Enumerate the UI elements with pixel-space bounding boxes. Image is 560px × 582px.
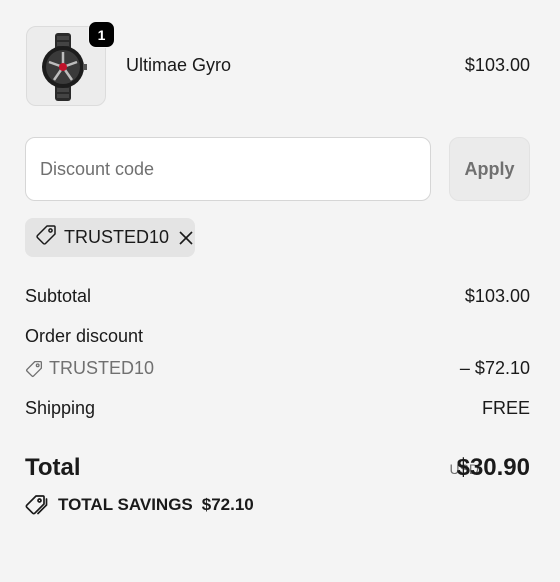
tags-icon: [25, 494, 49, 516]
apply-button[interactable]: Apply: [449, 137, 530, 201]
shipping-value: FREE: [481, 398, 530, 418]
shipping-label: Shipping: [25, 398, 96, 418]
tag-icon: [35, 224, 57, 251]
product-name: Ultimae Gyro: [126, 55, 232, 75]
savings-value: $72.10: [201, 495, 254, 514]
product-price: $103.00: [464, 55, 530, 75]
total-label: Total: [25, 454, 81, 481]
subtotal-value: $103.00: [464, 286, 530, 306]
close-icon[interactable]: [177, 228, 195, 248]
product-thumbnail: 1: [26, 21, 115, 106]
subtotal-label: Subtotal: [25, 286, 92, 306]
total-savings: TOTAL SAVINGS $72.10: [25, 494, 254, 516]
tag-icon: [25, 360, 43, 378]
applied-code-label: TRUSTED10: [64, 227, 170, 247]
subtotal-row: Subtotal $103.00: [25, 286, 530, 307]
line-item: 1 Ultimae Gyro $103.00: [26, 21, 530, 106]
applied-discount-chip: TRUSTED10: [25, 218, 195, 257]
discount-value: – $72.10: [459, 358, 530, 378]
order-discount-row: Order discount: [25, 326, 530, 347]
discount-code-input[interactable]: [25, 137, 431, 201]
shipping-row: Shipping FREE: [25, 398, 530, 419]
order-summary: 1 Ultimae Gyro $103.00 Apply TRUSTED10 S…: [0, 0, 560, 582]
order-discount-label: Order discount: [25, 326, 144, 346]
quantity-badge: 1: [88, 21, 115, 48]
total-value: $30.90: [456, 454, 530, 481]
discount-code-detail: TRUSTED10: [25, 358, 154, 379]
discount-detail-row: TRUSTED10 – $72.10: [25, 358, 530, 383]
savings-label: TOTAL SAVINGS: [58, 495, 193, 514]
discount-code-text: TRUSTED10: [49, 358, 155, 378]
